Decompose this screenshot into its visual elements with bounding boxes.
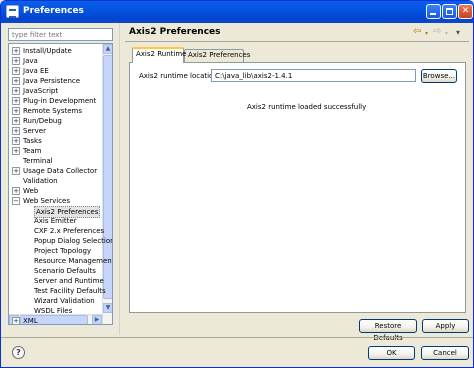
tree-item-label: Usage Data Collector [23, 167, 98, 175]
back-arrow-icon[interactable]: ⇦ [413, 27, 421, 37]
tree-item-label: Team [23, 147, 42, 155]
status-message: Axis2 runtime loaded successfully [247, 103, 367, 111]
tree-item-label: Web Services [23, 197, 71, 205]
tree-item-label: Popup Dialog Selection [34, 237, 113, 245]
tree-item-label: Web [23, 187, 39, 195]
scroll-right-icon[interactable]: ▶ [92, 315, 102, 324]
tab-axis2-preferences[interactable]: Axis2 Preferences [184, 49, 250, 62]
tree-item-label: Run/Debug [23, 117, 62, 125]
tree-item-label: Tasks [23, 137, 42, 145]
expand-icon[interactable]: + [12, 137, 20, 145]
tree-item-label: Server and Runtime [34, 277, 104, 285]
dropdown-arrow-icon[interactable]: ▾ [425, 29, 428, 39]
tree-item-label: Remote Systems [23, 107, 82, 115]
expand-icon[interactable]: + [12, 77, 20, 85]
tree-item-label: JavaScript [23, 87, 59, 95]
title-bar[interactable]: Preferences ✕ [1, 1, 473, 23]
tree-item-label: Project Topology [34, 247, 92, 255]
tree-item-label: Java [23, 57, 38, 65]
window-title: Preferences [23, 6, 84, 16]
apply-button[interactable]: Apply [422, 319, 469, 333]
tree-item-label: Resource Management [34, 257, 113, 265]
tree-item-label: Axis Emitter [34, 217, 77, 225]
scroll-up-icon[interactable]: ▲ [103, 44, 112, 54]
runtime-location-field[interactable] [211, 69, 416, 82]
expand-icon[interactable]: + [12, 167, 20, 175]
expand-icon[interactable]: + [12, 67, 20, 75]
dropdown-arrow-icon: ▾ [445, 30, 449, 37]
header-divider [125, 41, 469, 42]
tree-item-label: Scenario Defaults [34, 267, 96, 275]
tree-item-label: Java Persistence [23, 77, 81, 85]
tree-item-label: CXF 2.x Preferences [34, 227, 105, 235]
expand-icon[interactable]: + [12, 47, 20, 55]
expand-icon[interactable]: + [12, 187, 20, 195]
tree-item-label: Server [23, 127, 46, 135]
runtime-location-label: Axis2 runtime location: [139, 72, 221, 80]
collapse-icon[interactable]: − [12, 197, 20, 205]
expand-icon[interactable]: + [12, 87, 20, 95]
tree-item-label: WSDL Files [34, 307, 73, 315]
page-title: Axis2 Preferences [129, 27, 221, 37]
cancel-button[interactable]: Cancel [421, 346, 469, 360]
tree-item-label: Install/Update [23, 47, 72, 55]
close-icon[interactable]: ✕ [458, 4, 473, 19]
tree-item-label: Terminal [23, 157, 53, 165]
filter-input[interactable] [8, 28, 113, 41]
help-icon[interactable]: ? [12, 346, 25, 359]
tab-panel [129, 62, 466, 313]
expand-icon[interactable]: + [12, 97, 20, 105]
preferences-window: Preferences ✕ ▲ ▼ ◀ ▶ +Install/Update+Ja… [0, 0, 474, 368]
scroll-down-icon[interactable]: ▼ [103, 303, 112, 313]
preferences-app-icon [6, 5, 19, 18]
expand-icon[interactable]: + [12, 127, 20, 135]
browse-button[interactable]: Browse... [421, 69, 457, 83]
tree-item-label: Wizard Validation [34, 297, 95, 305]
footer-divider [1, 337, 473, 338]
tree-item-label: Plug-in Development [23, 97, 97, 105]
tree-item-label: Validation [23, 177, 58, 185]
expand-icon[interactable]: + [12, 317, 20, 324]
restore-defaults-button[interactable]: Restore Defaults [359, 319, 417, 342]
expand-icon[interactable]: + [12, 147, 20, 155]
forward-arrow-icon: ⇨ [433, 26, 442, 37]
tree-item-label: Test Facility Defaults [34, 287, 106, 295]
menu-icon[interactable]: ▾ [456, 28, 460, 38]
tree-item-label: Java EE [23, 67, 49, 75]
expand-icon[interactable]: + [12, 57, 20, 65]
expand-icon[interactable]: + [12, 117, 20, 125]
preferences-tree: ▲ ▼ ◀ ▶ +Install/Update+Java+Java EE+Jav… [8, 43, 113, 325]
maximize-icon[interactable] [442, 4, 457, 19]
tree-item-label: XML [23, 317, 38, 325]
tab-axis2-runtime[interactable]: Axis2 Runtime [132, 47, 186, 63]
expand-icon[interactable]: + [12, 107, 20, 115]
ok-button[interactable]: OK [368, 346, 415, 360]
minimize-icon[interactable] [426, 4, 441, 19]
splitter[interactable] [119, 23, 120, 335]
